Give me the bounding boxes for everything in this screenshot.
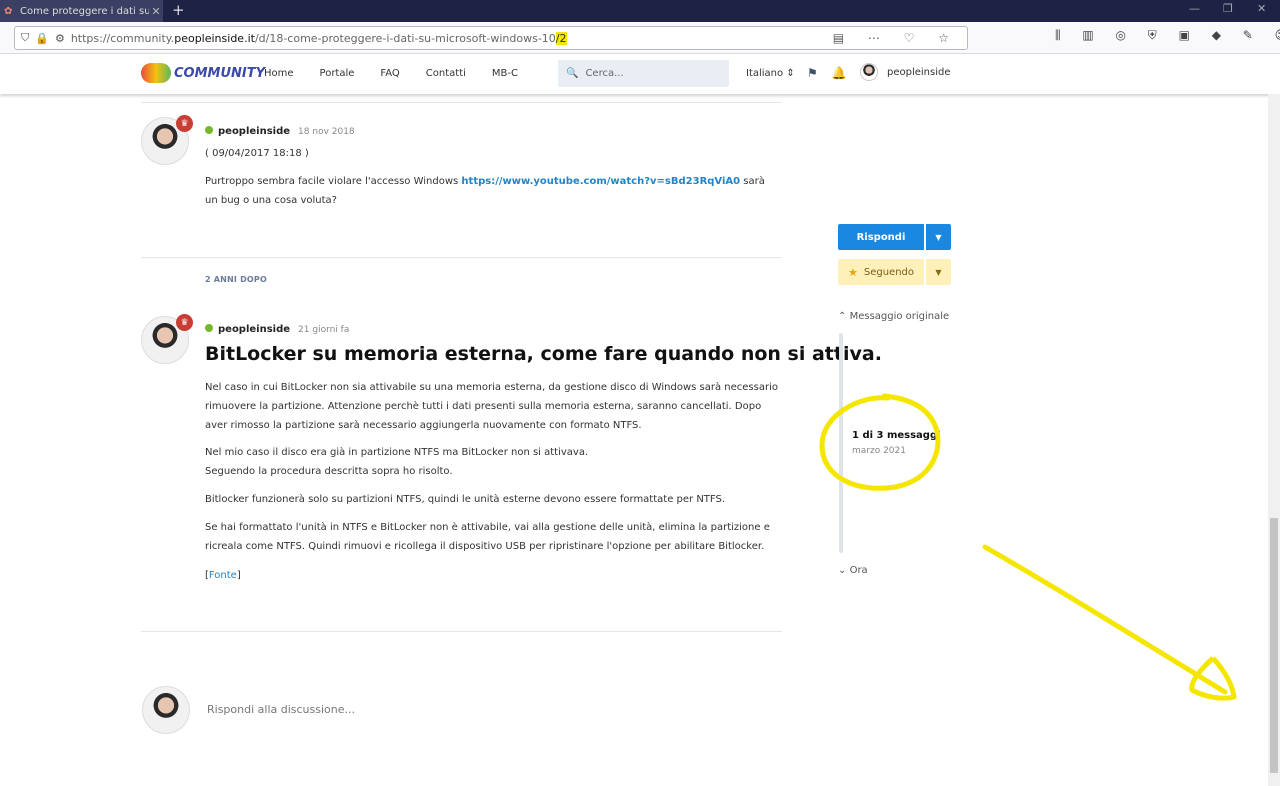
annotation-circle [819,393,941,491]
annotation-overlay [819,393,1237,701]
annotation-arrow-line [982,544,1228,695]
page-scrollbar-thumb[interactable] [1270,518,1278,773]
